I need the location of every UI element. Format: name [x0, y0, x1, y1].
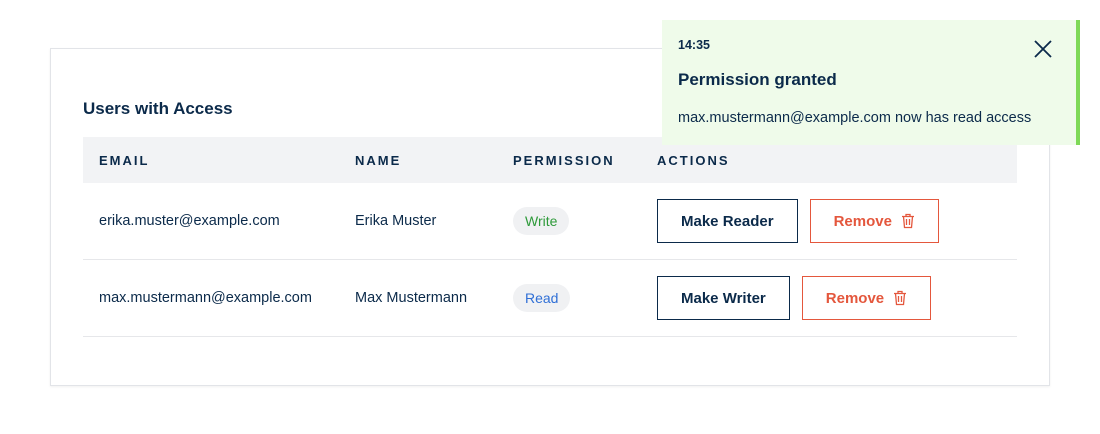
row-name: Max Mustermann — [355, 290, 468, 306]
toast-message: max.mustermann@example.com now has read … — [678, 110, 1032, 126]
permission-cell: Read — [513, 284, 657, 312]
make-writer-button[interactable]: Make Writer — [657, 276, 790, 320]
table-row: max.mustermann@example.com Max Musterman… — [83, 260, 1017, 337]
row-actions: Make Writer Remove — [657, 276, 1017, 320]
users-table: EMAIL NAME PERMISSION ACTIONS erika.must… — [83, 137, 1017, 337]
remove-button[interactable]: Remove — [809, 199, 939, 243]
row-email: max.mustermann@example.com — [99, 290, 312, 306]
remove-label: Remove — [825, 289, 885, 307]
table-row: erika.muster@example.com Erika Muster Wr… — [83, 183, 1017, 260]
permission-cell: Write — [513, 207, 657, 235]
make-reader-button[interactable]: Make Reader — [657, 199, 798, 243]
permission-badge: Read — [513, 284, 571, 312]
header-email: EMAIL — [99, 152, 150, 168]
trash-icon — [901, 213, 914, 229]
close-icon[interactable] — [1032, 38, 1054, 60]
row-email: erika.muster@example.com — [99, 213, 280, 229]
toast-time: 14:35 — [678, 38, 710, 52]
trash-icon — [894, 290, 907, 306]
remove-button[interactable]: Remove — [801, 276, 932, 320]
permission-badge: Write — [513, 207, 570, 235]
header-name: NAME — [355, 152, 402, 168]
header-permission: PERMISSION — [513, 152, 615, 168]
remove-label: Remove — [833, 212, 892, 230]
card-title: Users with Access — [83, 99, 233, 118]
header-actions: ACTIONS — [657, 152, 730, 168]
toast-title: Permission granted — [678, 70, 837, 89]
row-name: Erika Muster — [355, 213, 437, 229]
notification-toast: 14:35 Permission granted max.mustermann@… — [662, 20, 1080, 145]
row-actions: Make Reader Remove — [657, 199, 1017, 243]
